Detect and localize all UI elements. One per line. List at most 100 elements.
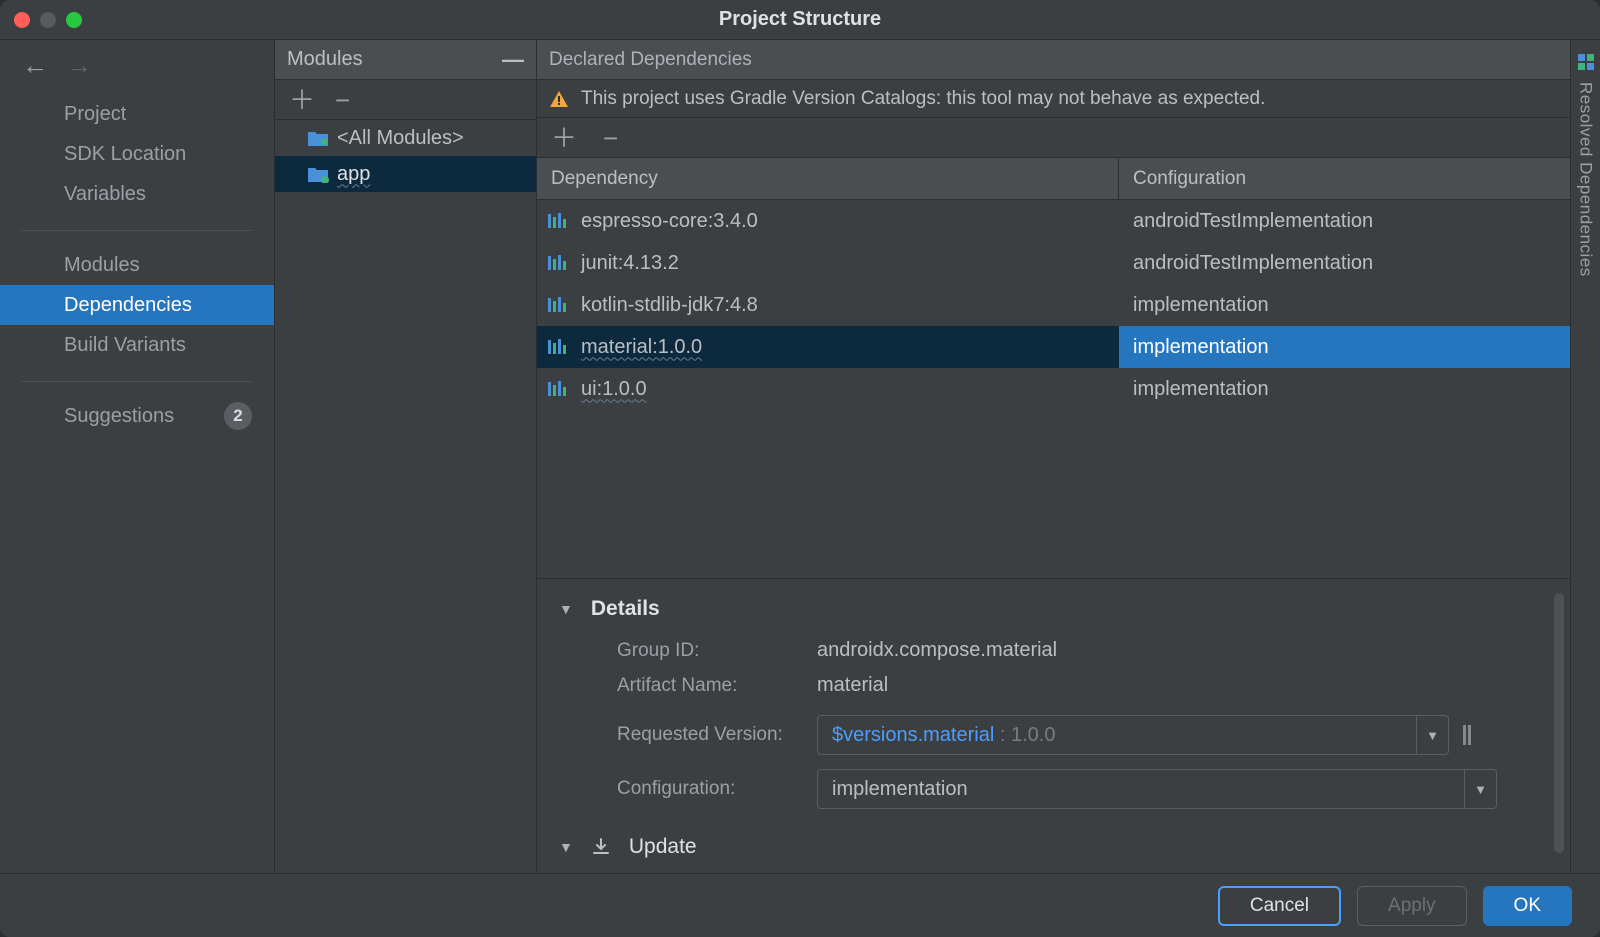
library-icon: [547, 338, 569, 356]
zoom-window-button[interactable]: [66, 12, 82, 28]
library-icon: [547, 296, 569, 314]
dependency-row[interactable]: junit:4.13.2 androidTestImplementation: [537, 242, 1570, 284]
modules-panel: Modules — ＋ − <All Modules> app: [275, 40, 537, 873]
remove-module-button[interactable]: −: [335, 87, 350, 113]
nav-item-build-variants[interactable]: Build Variants: [0, 325, 274, 365]
dependency-configuration: implementation: [1133, 336, 1269, 359]
nav-item-modules[interactable]: Modules: [0, 245, 274, 285]
nav-label: Modules: [64, 254, 140, 277]
dependency-row[interactable]: kotlin-stdlib-jdk7:4.8 implementation: [537, 284, 1570, 326]
artifact-name-value: material: [817, 674, 888, 697]
chevron-down-icon[interactable]: ▼: [1464, 770, 1496, 808]
module-folder-icon: [307, 129, 329, 147]
details-panel: ▼ Details Group ID: androidx.compose.mat…: [537, 578, 1570, 873]
configuration-value: implementation: [832, 778, 968, 800]
dependency-name: espresso-core:3.4.0: [581, 210, 758, 233]
nav-label: SDK Location: [64, 143, 186, 166]
requested-version-dropdown[interactable]: $versions.material : 1.0.0 ▼: [817, 715, 1449, 755]
nav-label: Dependencies: [64, 294, 192, 317]
project-structure-window: Project Structure ← → Project SDK Locati…: [0, 0, 1600, 937]
modules-toolbar: ＋ −: [275, 80, 536, 120]
close-window-button[interactable]: [14, 12, 30, 28]
version-variable: $versions.material: [832, 724, 994, 746]
details-title: Details: [591, 597, 660, 621]
dependency-row[interactable]: ui:1.0.0 implementation: [537, 368, 1570, 410]
declared-header-label: Declared Dependencies: [549, 49, 752, 71]
modules-header-label: Modules: [287, 48, 363, 71]
modules-tree: <All Modules> app: [275, 120, 536, 873]
update-title: Update: [629, 835, 697, 859]
dependency-row[interactable]: material:1.0.0 implementation: [537, 326, 1570, 368]
nav-label: Build Variants: [64, 334, 186, 357]
download-icon: [591, 837, 611, 857]
nav-separator: [22, 381, 252, 382]
left-sidebar: ← → Project SDK Location Variables Modul…: [0, 40, 275, 873]
cancel-button[interactable]: Cancel: [1218, 886, 1341, 926]
module-all-modules[interactable]: <All Modules>: [275, 120, 536, 156]
suggestions-badge: 2: [224, 402, 252, 430]
minimize-window-button[interactable]: [40, 12, 56, 28]
remove-dependency-button[interactable]: −: [603, 125, 618, 151]
resolved-dependencies-tab[interactable]: Resolved Dependencies: [1570, 40, 1600, 873]
add-dependency-button[interactable]: ＋: [551, 125, 577, 151]
dependency-name: kotlin-stdlib-jdk7:4.8: [581, 294, 758, 317]
dependency-configuration: implementation: [1133, 378, 1269, 401]
dependencies-toolbar: ＋ −: [537, 118, 1570, 158]
group-id-label: Group ID:: [617, 640, 817, 662]
resolved-deps-label: Resolved Dependencies: [1576, 82, 1596, 277]
module-app[interactable]: app: [275, 156, 536, 192]
group-id-value: androidx.compose.material: [817, 639, 1057, 662]
add-module-button[interactable]: ＋: [289, 87, 315, 113]
library-icon: [547, 254, 569, 272]
th-dependency[interactable]: Dependency: [537, 158, 1119, 199]
nav-label: Variables: [64, 183, 146, 206]
chevron-down-icon[interactable]: ▼: [1416, 716, 1448, 754]
apply-button[interactable]: Apply: [1357, 886, 1467, 926]
warning-bar: This project uses Gradle Version Catalog…: [537, 80, 1570, 118]
declared-dependencies-header: Declared Dependencies: [537, 40, 1570, 80]
library-icon: [547, 212, 569, 230]
module-label: <All Modules>: [337, 127, 464, 150]
nav-label: Project: [64, 103, 126, 126]
dependencies-list: espresso-core:3.4.0 androidTestImplement…: [537, 200, 1570, 410]
library-icon: [547, 380, 569, 398]
nav-item-variables[interactable]: Variables: [0, 174, 274, 214]
minimize-icon[interactable]: —: [502, 47, 524, 73]
warning-icon: [549, 89, 569, 109]
resolved-deps-icon: [1576, 52, 1596, 72]
nav-item-dependencies[interactable]: Dependencies: [0, 285, 274, 325]
chevron-down-icon[interactable]: ▼: [559, 601, 573, 617]
dependency-configuration: implementation: [1133, 294, 1269, 317]
dependency-name: material:1.0.0: [581, 336, 702, 359]
dependency-configuration: androidTestImplementation: [1133, 210, 1373, 233]
nav-forward-icon[interactable]: →: [66, 50, 92, 81]
warning-text: This project uses Gradle Version Catalog…: [581, 88, 1265, 110]
modules-header: Modules —: [275, 40, 536, 80]
dependencies-table-header: Dependency Configuration: [537, 158, 1570, 200]
nav-item-sdk-location[interactable]: SDK Location: [0, 134, 274, 174]
module-label: app: [337, 163, 370, 186]
th-configuration[interactable]: Configuration: [1119, 158, 1570, 199]
requested-version-label: Requested Version:: [617, 724, 817, 746]
scrollbar[interactable]: [1554, 593, 1564, 853]
dependency-configuration: androidTestImplementation: [1133, 252, 1373, 275]
ok-button[interactable]: OK: [1483, 886, 1572, 926]
titlebar: Project Structure: [0, 0, 1600, 40]
nav-item-suggestions[interactable]: Suggestions 2: [0, 396, 274, 436]
dependency-name: ui:1.0.0: [581, 378, 647, 401]
nav-separator: [22, 230, 252, 231]
nav-back-icon[interactable]: ←: [22, 50, 48, 81]
module-folder-icon: [307, 165, 329, 183]
version-resolved: 1.0.0: [1011, 724, 1055, 746]
window-controls: [14, 12, 82, 28]
version-stepper-icon[interactable]: [1457, 723, 1477, 747]
configuration-dropdown[interactable]: implementation ▼: [817, 769, 1497, 809]
nav-item-project[interactable]: Project: [0, 94, 274, 134]
dialog-footer: Cancel Apply OK: [0, 873, 1600, 937]
dependency-name: junit:4.13.2: [581, 252, 679, 275]
chevron-down-icon[interactable]: ▼: [559, 839, 573, 855]
nav-label: Suggestions: [64, 405, 174, 428]
dependency-row[interactable]: espresso-core:3.4.0 androidTestImplement…: [537, 200, 1570, 242]
main-panel: Declared Dependencies This project uses …: [537, 40, 1570, 873]
window-title: Project Structure: [719, 8, 881, 31]
